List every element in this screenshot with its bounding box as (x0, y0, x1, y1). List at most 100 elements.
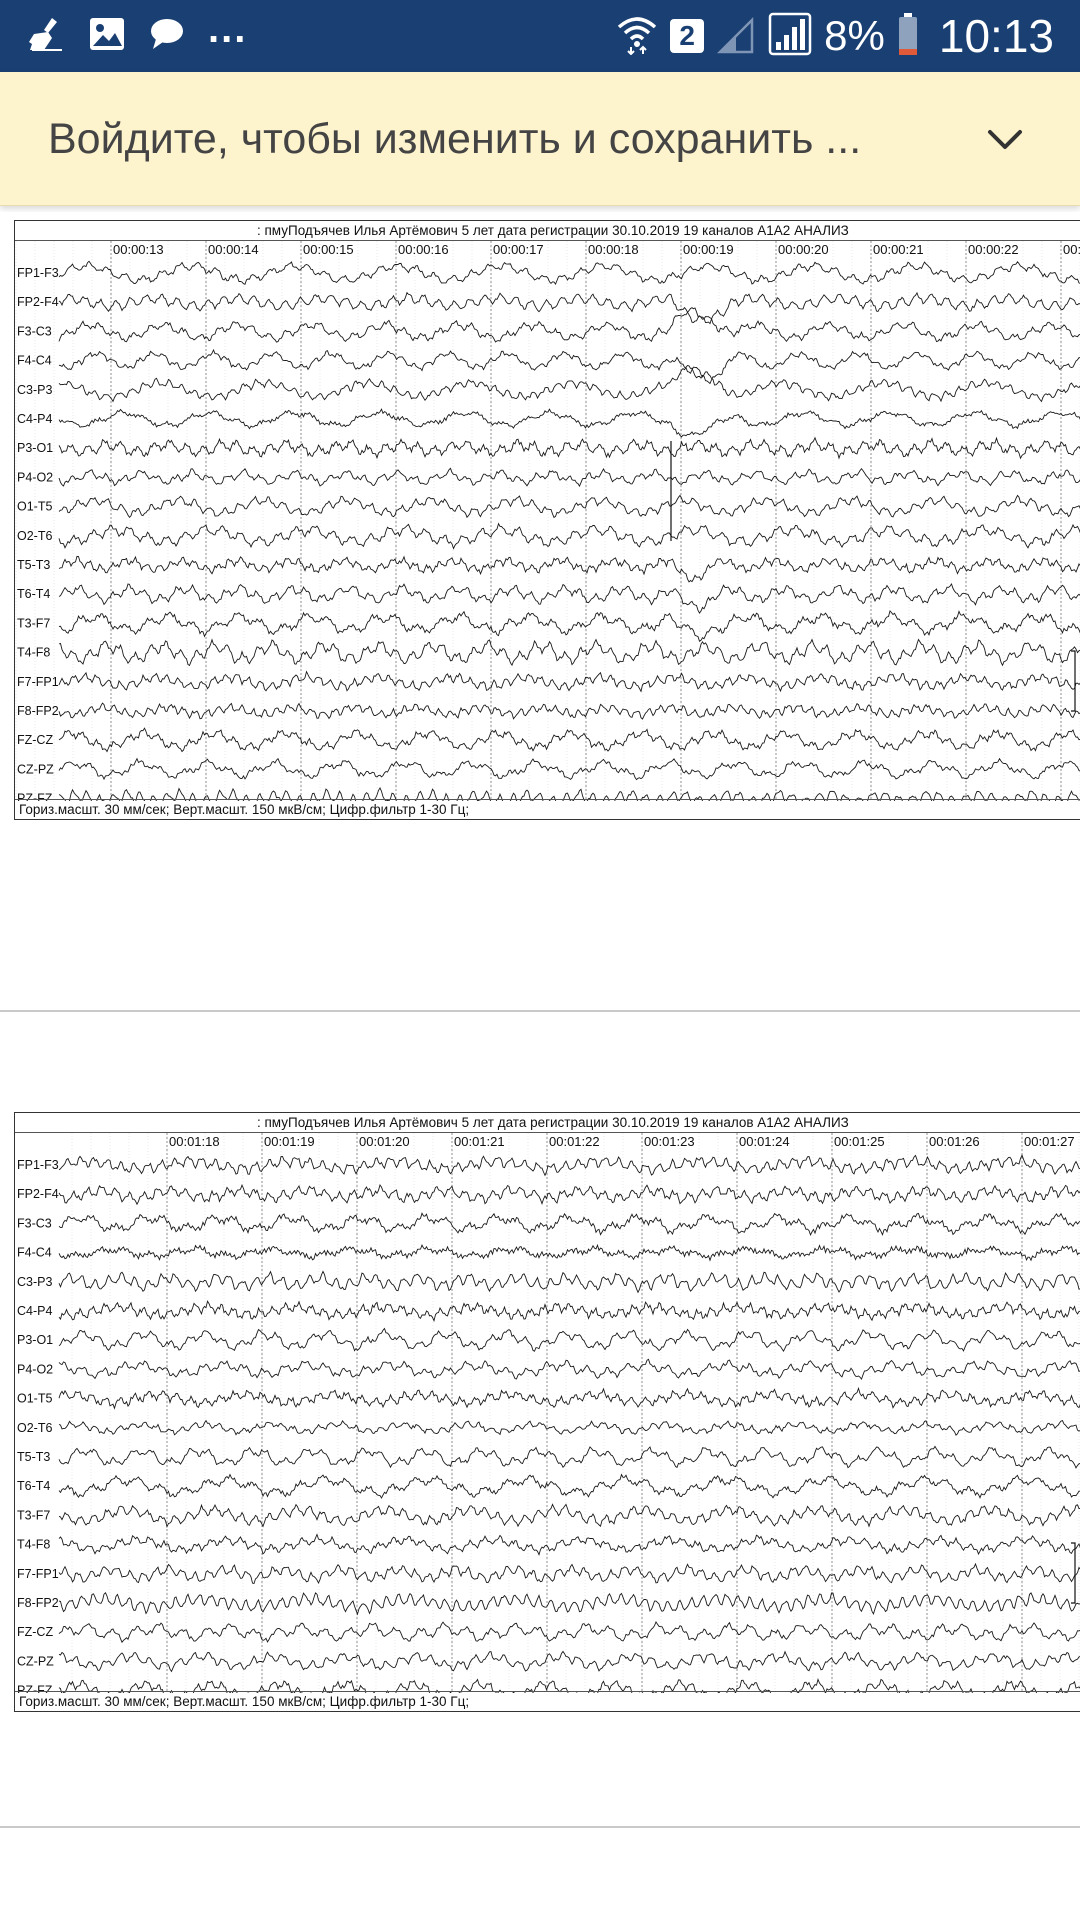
eeg-trace (58, 583, 1080, 614)
channel-label: FP1-F3 (17, 266, 59, 280)
eeg-trace (58, 348, 1080, 385)
status-bar-notifications: ... (26, 0, 247, 72)
eeg-trace (58, 670, 1080, 693)
eeg-header-1: : пмуПодъячев Илья Артёмович 5 лет дата … (15, 221, 1080, 241)
channel-label: F3-C3 (17, 324, 52, 338)
channel-label: C3-P3 (17, 383, 52, 397)
calibration-bar (1071, 650, 1076, 712)
time-label: 00:01:24 (739, 1134, 790, 1149)
time-label: 00:00:13 (113, 242, 164, 257)
battery-percent: 8% (824, 12, 885, 59)
channel-label: T6-T4 (17, 587, 50, 601)
time-label: 00:01:23 (644, 1134, 695, 1149)
channel-label: T5-T3 (17, 1450, 50, 1464)
channel-label: F8-FP2 (17, 1596, 59, 1610)
eeg-trace (58, 260, 1080, 286)
time-label: 00:00:22 (968, 242, 1019, 257)
chevron-down-icon[interactable] (982, 116, 1028, 162)
eeg-record-1: : пмуПодъячев Илья Артёмович 5 лет дата … (14, 220, 1080, 820)
time-label: 00:00:17 (493, 242, 544, 257)
sign-in-banner-text[interactable]: Войдите, чтобы изменить и сохранить ... (48, 72, 968, 206)
channel-label: O1-T5 (17, 500, 52, 514)
sign-in-banner[interactable]: Войдите, чтобы изменить и сохранить ... (0, 72, 1080, 206)
channel-label: O2-T6 (17, 529, 52, 543)
channel-label: CZ-PZ (17, 762, 54, 776)
status-bar-system: 2 8% 10:13 (616, 0, 1054, 72)
channel-label: FP1-F3 (17, 1158, 59, 1172)
channel-label: F3-C3 (17, 1216, 52, 1230)
eeg-trace (58, 555, 1080, 583)
time-label: 00:00:18 (588, 242, 639, 257)
eeg-trace (58, 366, 1080, 403)
eeg-trace (58, 638, 1080, 667)
channel-label: F7-FP1 (17, 1567, 59, 1581)
eeg-header-2: : пмуПодъячев Илья Артёмович 5 лет дата … (15, 1113, 1080, 1133)
eeg-traces-1: 00:00:13 00:00:14 00:00:15 00:00:16 00:00:17… (15, 241, 1080, 801)
time-label: 00:0 (1063, 242, 1080, 257)
eeg-footer-1: Гориз.масшт. 30 мм/сек; Верт.масшт. 150 … (15, 799, 1080, 819)
time-label: 00:01:22 (549, 1134, 600, 1149)
time-axis-labels: 00:01:18 00:01:19 00:01:20 00:01:21 00:01:22… (169, 1134, 1075, 1149)
channel-label: C3-P3 (17, 1275, 52, 1289)
time-label: 00:00:19 (683, 242, 734, 257)
status-bar: ... 2 8% 10:13 (0, 0, 1080, 72)
channel-label: T3-F7 (17, 616, 50, 630)
time-label: 00:01:18 (169, 1134, 220, 1149)
channel-label: F4-C4 (17, 1246, 52, 1260)
chat-icon (148, 16, 186, 57)
channel-label: O1-T5 (17, 1392, 52, 1406)
clock: 10:13 (938, 10, 1054, 62)
time-label: 00:00:15 (303, 242, 354, 257)
eeg-trace (58, 494, 1080, 519)
eeg-trace (58, 610, 1080, 643)
time-label: 00:01:25 (834, 1134, 885, 1149)
channel-label: T4-F8 (17, 646, 50, 660)
document-page-2: : пмуПодъячев Илья Артёмович 5 лет дата … (0, 1028, 1080, 1828)
channel-label: O2-T6 (17, 1421, 52, 1435)
time-label: 00:00:14 (208, 242, 259, 257)
signal-icon-sim1 (716, 14, 756, 59)
eeg-trace (58, 467, 1080, 488)
eeg-trace (58, 307, 1080, 343)
channel-label: F8-FP2 (17, 704, 59, 718)
eeg-grid (71, 1133, 1080, 1693)
eeg-trace (58, 727, 1080, 753)
signal-icon-sim2 (768, 12, 812, 61)
channel-label: FZ-CZ (17, 1625, 53, 1639)
time-label: 00:01:20 (359, 1134, 410, 1149)
channel-label: T6-T4 (17, 1479, 50, 1493)
channel-label: F7-FP1 (17, 675, 59, 689)
channel-label: FZ-CZ (17, 733, 53, 747)
document-page-1: : пмуПодъячев Илья Артёмович 5 лет дата … (0, 212, 1080, 1012)
time-label: 00:00:16 (398, 242, 449, 257)
channel-label: T4-F8 (17, 1538, 50, 1552)
channel-label: C4-P4 (17, 412, 52, 426)
time-label: 00:00:21 (873, 242, 924, 257)
eeg-traces-2: 00:01:18 00:01:19 00:01:20 00:01:21 00:01:22… (17, 1133, 1080, 1693)
channel-label: FP2-F4 (17, 1187, 59, 1201)
channel-label: P3-O1 (17, 1333, 53, 1347)
calibration-bar (1071, 1542, 1076, 1604)
eeg-trace (58, 522, 1080, 550)
eeg-trace (58, 291, 1080, 325)
channel-label: C4-P4 (17, 1304, 52, 1318)
eeg-footer-2: Гориз.масшт. 30 мм/сек; Верт.масшт. 150 … (15, 1691, 1080, 1711)
broom-icon (26, 14, 66, 59)
eeg-grid (15, 241, 1080, 801)
channel-label: T3-F7 (17, 1508, 50, 1522)
channel-label: F4-C4 (17, 354, 52, 368)
channel-label: T5-T3 (17, 558, 50, 572)
eeg-trace (58, 757, 1080, 781)
wifi-icon (616, 13, 658, 60)
eeg-trace (58, 702, 1080, 720)
time-label: 00:01:19 (264, 1134, 315, 1149)
channel-label: P4-O2 (17, 470, 53, 484)
eeg-record-2: : пмуПодъячев Илья Артёмович 5 лет дата … (14, 1112, 1080, 1712)
channel-label: P4-O2 (17, 1362, 53, 1376)
more-notifications: ... (208, 7, 248, 51)
time-label: 00:00:20 (778, 242, 829, 257)
time-axis-labels: 00:00:13 00:00:14 00:00:15 00:00:16 00:00:17… (113, 242, 1080, 257)
channel-label: CZ-PZ (17, 1654, 54, 1668)
eeg-trace (58, 408, 1080, 438)
time-label: 00:01:27 (1024, 1134, 1075, 1149)
